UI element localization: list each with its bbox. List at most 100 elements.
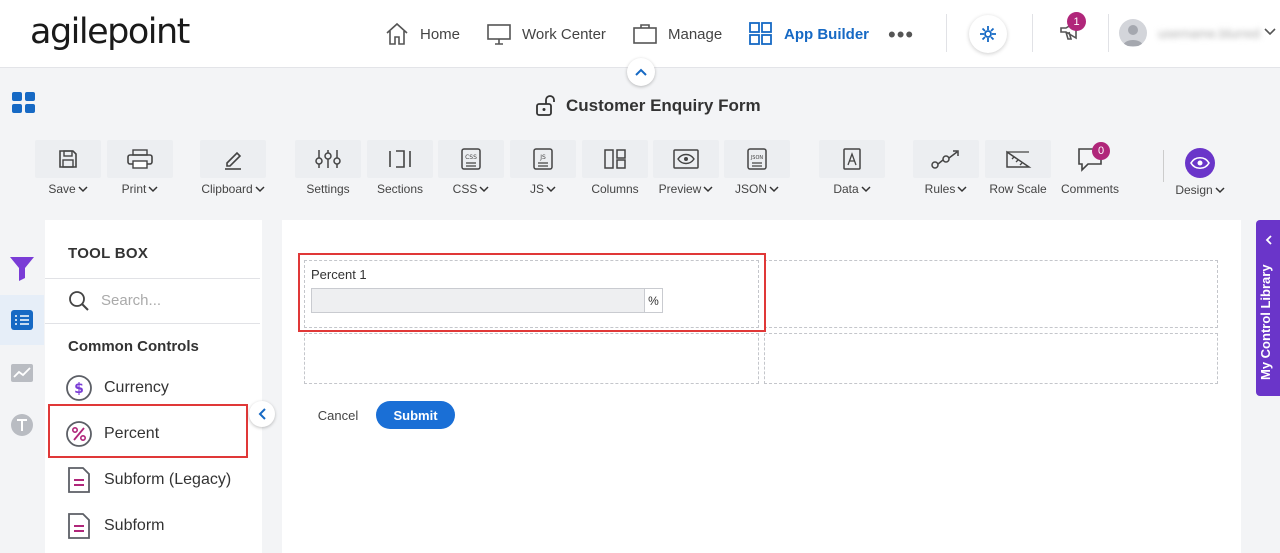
agilepoint-logo[interactable]: agilepoint xyxy=(30,12,190,52)
subform-icon xyxy=(68,513,90,539)
nav-work-center[interactable]: Work Center xyxy=(486,20,606,48)
nav-home[interactable]: Home xyxy=(384,20,460,48)
eye-icon xyxy=(1190,156,1210,170)
json-file-icon: JSON xyxy=(747,148,767,170)
toolbar-columns-label: Columns xyxy=(591,182,639,196)
toolbar-settings-label: Settings xyxy=(306,182,350,196)
toolbar-row-scale[interactable]: Row Scale xyxy=(985,140,1051,196)
user-avatar[interactable] xyxy=(1119,19,1147,47)
toolbar-save[interactable]: Save xyxy=(35,140,101,196)
divider xyxy=(45,278,260,279)
toolbox-item-subform-legacy[interactable]: Subform (Legacy) xyxy=(65,462,231,498)
home-icon xyxy=(386,22,408,45)
nav-app-builder[interactable]: App Builder xyxy=(748,20,869,48)
toolbar-design-label: Design xyxy=(1175,183,1213,197)
form-title-text: Customer Enquiry Form xyxy=(566,96,761,115)
chevron-down-icon xyxy=(148,186,158,193)
unlock-icon[interactable] xyxy=(534,94,558,118)
my-control-library-label: My Control Library xyxy=(1258,264,1273,380)
svg-text:JS: JS xyxy=(539,154,546,161)
ruler-icon xyxy=(1006,150,1032,168)
nav-divider xyxy=(1032,14,1033,52)
toolbox-item-label: Subform (Legacy) xyxy=(104,471,232,488)
toolbar-sections[interactable]: Sections xyxy=(367,140,433,196)
toolbox-item-label: Currency xyxy=(104,379,169,396)
form-title: Customer Enquiry Form xyxy=(534,94,761,118)
toolbar-comments[interactable]: Comments xyxy=(1057,140,1123,196)
toolbar-print-label: Print xyxy=(121,182,147,196)
svg-text:CSS: CSS xyxy=(465,154,477,161)
sliders-icon xyxy=(315,150,341,168)
form-cell[interactable] xyxy=(764,260,1218,328)
columns-icon xyxy=(604,149,626,169)
nav-manage[interactable]: Manage xyxy=(632,20,722,48)
list-icon xyxy=(11,310,33,330)
collapse-toolbox-button[interactable] xyxy=(249,401,275,427)
nav-manage-label: Manage xyxy=(668,25,723,43)
form-cell[interactable] xyxy=(764,333,1218,384)
rail-filter[interactable] xyxy=(0,243,44,293)
common-controls-heading: Common Controls xyxy=(68,338,199,355)
toolbar-design[interactable]: Design xyxy=(1170,148,1230,197)
toolbar-settings[interactable]: Settings xyxy=(295,140,361,196)
toolbar-rules-label: Rules xyxy=(924,182,956,196)
chevron-down-icon xyxy=(546,186,556,193)
rail-text[interactable] xyxy=(0,400,44,450)
subform-icon xyxy=(68,467,90,493)
cancel-button[interactable]: Cancel xyxy=(305,402,371,428)
toolbar-data[interactable]: Data xyxy=(819,140,885,196)
percent-item-highlight xyxy=(48,404,248,458)
toolbar-rules[interactable]: Rules xyxy=(913,140,979,196)
toolbar-print[interactable]: Print xyxy=(107,140,173,196)
toolbar-columns[interactable]: Columns xyxy=(582,140,648,196)
nav-work-center-label: Work Center xyxy=(522,25,606,43)
submit-button[interactable]: Submit xyxy=(376,401,455,429)
rules-icon xyxy=(931,150,959,169)
svg-text:JSON: JSON xyxy=(750,155,764,161)
user-icon xyxy=(1123,25,1143,46)
toolbar-json[interactable]: JSON JSON xyxy=(724,140,790,196)
chevron-down-icon xyxy=(479,186,489,193)
chevron-down-icon xyxy=(703,186,713,193)
chevron-up-icon xyxy=(635,68,647,76)
svg-text:$: $ xyxy=(74,381,84,397)
collapse-header-button[interactable] xyxy=(627,58,655,86)
chevron-down-icon xyxy=(78,186,88,193)
toolbar-preview[interactable]: Preview xyxy=(653,140,719,196)
pencil-icon xyxy=(225,151,242,170)
toolbox-item-subform[interactable]: Subform xyxy=(65,508,164,544)
chevron-down-icon xyxy=(769,186,779,193)
percent-input[interactable] xyxy=(311,288,644,313)
chart-icon xyxy=(11,364,33,382)
toolbar-css[interactable]: CSS CSS xyxy=(438,140,504,196)
save-icon xyxy=(59,150,77,168)
currency-icon: $ xyxy=(66,375,92,401)
toolbar-js[interactable]: JS JS xyxy=(510,140,576,196)
ai-assistant-button[interactable] xyxy=(969,15,1007,53)
toolbox-title: TOOL BOX xyxy=(68,245,149,262)
nav-app-builder-label: App Builder xyxy=(784,25,869,43)
toolbar-clipboard[interactable]: Clipboard xyxy=(200,140,266,196)
rail-analytics[interactable] xyxy=(0,348,44,398)
toolbox-search-input[interactable] xyxy=(101,288,251,312)
ai-icon xyxy=(980,26,996,42)
toolbox-item-currency[interactable]: $ Currency xyxy=(65,370,169,406)
toolbar-sections-label: Sections xyxy=(376,182,424,196)
toolbar-preview-label: Preview xyxy=(658,182,702,196)
more-menu-icon[interactable]: ••• xyxy=(888,22,914,48)
text-icon xyxy=(11,414,33,436)
chevron-down-icon xyxy=(1215,187,1225,194)
funnel-icon xyxy=(10,257,34,281)
css-file-icon: CSS xyxy=(461,148,481,170)
rail-form-controls[interactable] xyxy=(0,295,44,345)
data-icon xyxy=(843,148,861,170)
chevron-down-icon xyxy=(255,186,265,193)
app-switcher-icon[interactable] xyxy=(12,92,36,114)
toolbox-panel: TOOL BOX Common Controls $ Currency Perc… xyxy=(45,220,262,553)
user-name[interactable]: username.blurred xyxy=(1158,26,1260,41)
chevron-left-icon xyxy=(258,408,266,420)
form-cell[interactable] xyxy=(304,333,759,384)
toolbar-css-label: CSS xyxy=(452,182,478,196)
percent-field-label: Percent 1 xyxy=(311,267,367,282)
chevron-down-icon[interactable] xyxy=(1264,27,1276,37)
